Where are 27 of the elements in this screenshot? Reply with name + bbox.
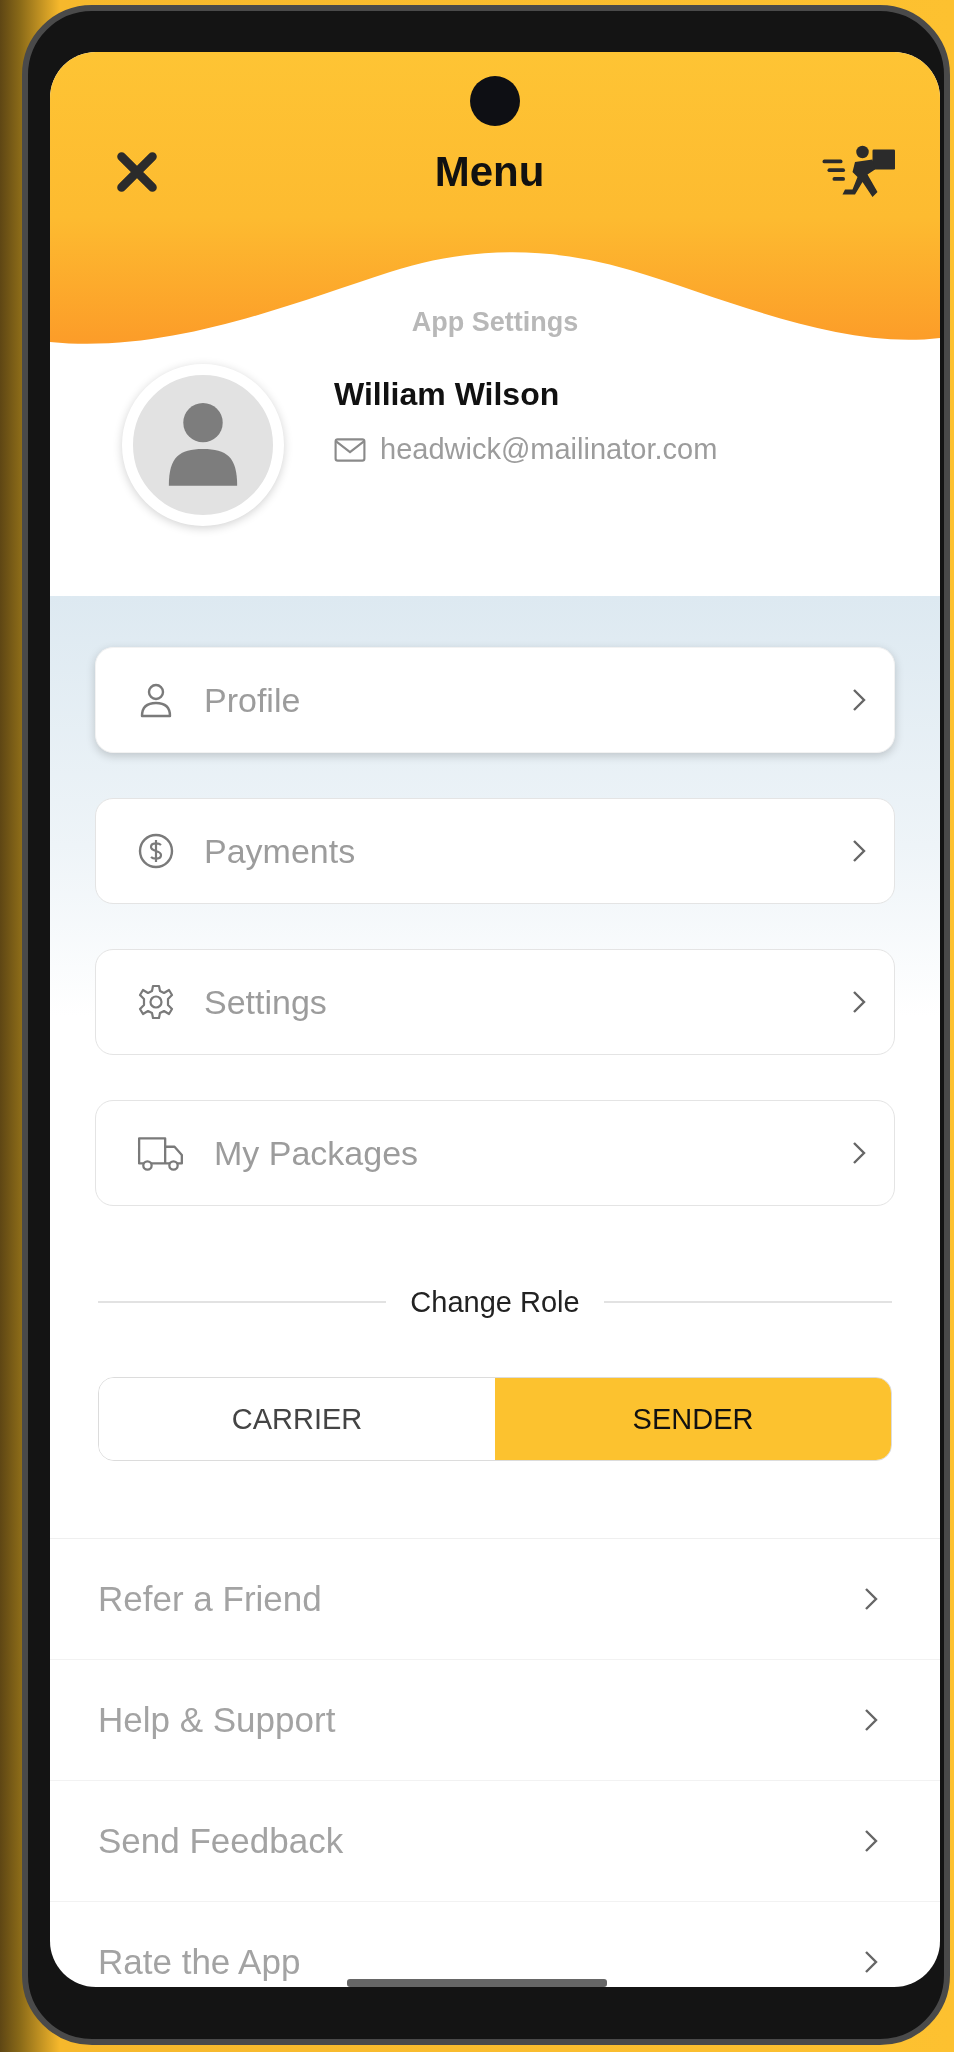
section-heading: App Settings <box>410 307 580 338</box>
user-email: headwick@mailinator.com <box>380 433 718 466</box>
user-name: William Wilson <box>334 376 561 413</box>
gear-icon <box>136 982 176 1022</box>
chevron-right-icon <box>852 1141 866 1165</box>
chevron-right-icon <box>864 1950 878 1974</box>
menu-row[interactable]: Help & Support <box>50 1660 940 1781</box>
menu-row[interactable]: Refer a Friend <box>50 1539 940 1660</box>
screen-title: Menu <box>434 148 545 196</box>
chevron-right-icon <box>852 688 866 712</box>
section-heading: Change Role <box>410 1285 580 1319</box>
close-icon[interactable] <box>115 150 159 194</box>
role-option[interactable]: SENDER <box>495 1378 891 1460</box>
camera-hole <box>470 76 520 126</box>
chevron-right-icon <box>864 1829 878 1853</box>
truck-icon <box>136 1134 186 1172</box>
menu-card[interactable]: Settings <box>95 949 895 1055</box>
chevron-right-icon <box>864 1708 878 1732</box>
menu-card[interactable]: Payments <box>95 798 895 904</box>
chevron-right-icon <box>852 839 866 863</box>
menu-card[interactable]: Profile <box>95 647 895 753</box>
menu-row[interactable]: Send Feedback <box>50 1781 940 1902</box>
dollar-icon <box>136 831 176 871</box>
chevron-right-icon <box>852 990 866 1014</box>
menu-card[interactable]: My Packages <box>95 1100 895 1206</box>
envelope-icon <box>334 436 366 463</box>
chevron-right-icon <box>864 1587 878 1611</box>
